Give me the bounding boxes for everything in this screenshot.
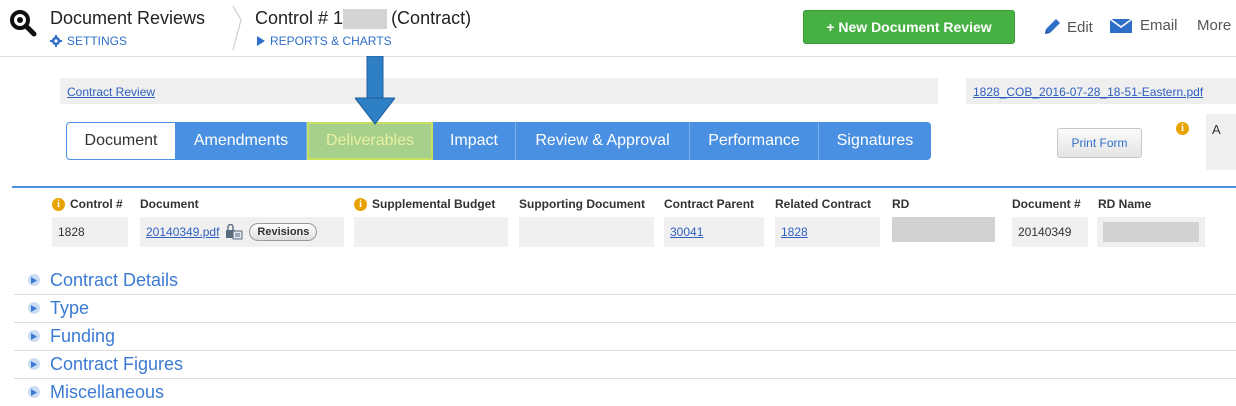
tab-impact[interactable]: Impact [433,122,516,160]
contract-parent-link[interactable]: 30041 [670,225,703,239]
revisions-button[interactable]: Revisions [249,223,318,241]
control-value: 1828 [52,217,128,247]
envelope-icon [1110,17,1132,33]
document-label: Document [140,197,199,211]
rd-label: RD [892,197,910,211]
section-label: Contract Figures [50,353,184,374]
more-button[interactable]: More [1197,17,1231,34]
expand-triangle-icon [28,274,40,286]
rd-name-redacted [1103,222,1199,242]
triangle-right-icon [257,36,265,46]
section-miscellaneous[interactable]: Miscellaneous [14,378,1236,406]
supplemental-budget-label: i Supplemental Budget [354,197,495,211]
document-file-link[interactable]: 20140349.pdf [146,225,219,239]
email-label: Email [1140,17,1178,34]
control-label: i Control # [52,197,123,211]
rd-name-label: RD Name [1098,197,1152,211]
tab-amendments[interactable]: Amendments [176,122,307,160]
section-contract-details[interactable]: Contract Details [14,266,1236,295]
tabs-divider-line [12,186,1236,188]
redacted-id [343,8,388,29]
gear-icon [50,35,62,47]
email-button[interactable]: Email [1110,17,1178,34]
supporting-document-label: Supporting Document [519,197,645,211]
expand-triangle-icon [28,358,40,370]
tab-deliverables[interactable]: Deliverables [307,122,433,160]
expand-triangle-icon [28,386,40,398]
tab-review-approval[interactable]: Review & Approval [516,122,690,160]
tab-signatures[interactable]: Signatures [819,122,931,160]
side-panel [1206,114,1236,170]
pencil-icon [1045,19,1060,34]
info-icon[interactable]: i [1176,122,1189,135]
section-label: Funding [50,325,116,346]
info-icon[interactable]: i [354,197,367,211]
section-label: Contract Details [50,269,179,290]
section-contract-figures[interactable]: Contract Figures [14,350,1236,379]
record-title-suffix: (Contract) [391,8,472,28]
rd-value-redacted [892,217,995,242]
reports-charts-link[interactable]: REPORTS & CHARTS [257,34,392,48]
contract-parent-field: 30041 [664,217,764,247]
control-label-text: Control # [70,197,123,211]
record-title: Control # 1 (Contract) [255,8,471,29]
info-icon[interactable]: i [52,197,65,211]
related-contract-field: 1828 [775,217,880,247]
breadcrumb-bar [60,78,938,104]
related-contract-link[interactable]: 1828 [781,225,808,239]
header-divider [232,5,242,51]
settings-link[interactable]: SETTINGS [50,34,127,48]
print-form-button[interactable]: Print Form [1057,128,1142,158]
tab-strip: Document Amendments Deliverables Impact … [66,122,931,160]
side-panel-text: A [1212,122,1221,137]
related-contract-label: Related Contract [775,197,872,211]
expand-triangle-icon [28,302,40,314]
section-label: Miscellaneous [50,381,165,402]
breadcrumb-contract-review[interactable]: Contract Review [67,85,155,99]
new-document-review-button[interactable]: + New Document Review [803,10,1015,44]
settings-label: SETTINGS [67,34,128,48]
edit-label: Edit [1067,18,1093,36]
section-type[interactable]: Type [14,294,1236,323]
rd-name-field [1097,217,1205,247]
supplemental-budget-value[interactable] [354,217,508,247]
reports-label: REPORTS & CHARTS [270,34,392,48]
document-field: 20140349.pdf Revisions [140,217,344,247]
section-funding[interactable]: Funding [14,322,1236,351]
arrow-down-icon [353,55,397,126]
supporting-document-value[interactable] [519,217,654,247]
section-label: Type [50,297,90,318]
document-number-value: 20140349 [1012,217,1088,247]
tab-document[interactable]: Document [66,122,176,160]
header-divider-line [0,56,1236,57]
supplemental-budget-label-text: Supplemental Budget [372,197,496,211]
contract-parent-label: Contract Parent [664,197,755,211]
document-number-label: Document # [1012,197,1081,211]
app-title[interactable]: Document Reviews [50,8,205,29]
tab-performance[interactable]: Performance [690,122,819,160]
record-title-prefix: Control # 1 [255,8,344,28]
app-logo-icon[interactable] [8,8,38,38]
edit-button[interactable]: Edit [1042,17,1093,37]
document-lock-icon[interactable] [225,224,243,240]
expand-triangle-icon [28,330,40,342]
attached-file-link[interactable]: 1828_COB_2016-07-28_18-51-Eastern.pdf [973,85,1203,99]
